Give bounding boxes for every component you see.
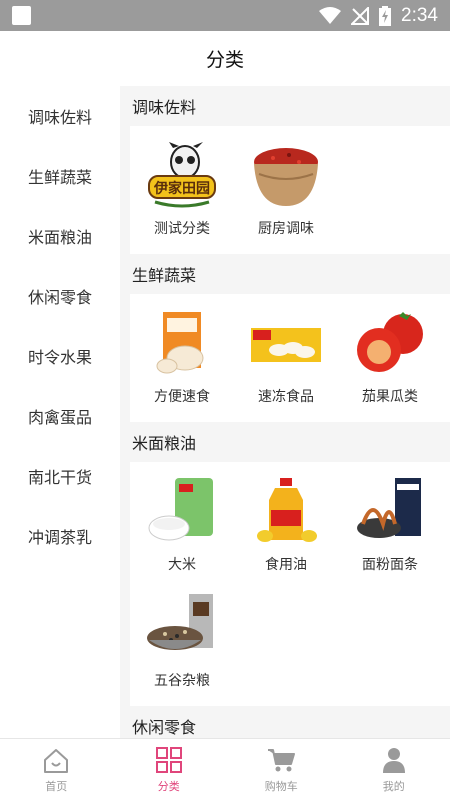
- subcategory-label: 速冻食品: [258, 386, 314, 406]
- page-header: 分类: [0, 31, 450, 86]
- subcategory-label: 面粉面条: [362, 554, 418, 574]
- cart-icon: [266, 746, 296, 774]
- subcategory-tile[interactable]: 厨房调味: [234, 132, 338, 248]
- subcategory-label: 测试分类: [154, 218, 210, 238]
- subcategory-label: 五谷杂粮: [154, 670, 210, 690]
- oil-bottle-image: [249, 476, 323, 546]
- section-title-seasoning: 调味佐料: [120, 86, 450, 126]
- rice-bag-image: [145, 476, 219, 546]
- subcategory-label: 茄果瓜类: [362, 386, 418, 406]
- wifi-icon: [319, 7, 341, 25]
- tab-label: 我的: [383, 778, 405, 794]
- tab-mine[interactable]: 我的: [338, 739, 450, 801]
- svg-text:伊家田园: 伊家田园: [153, 180, 210, 197]
- sidebar-item-snacks[interactable]: 休闲零食: [0, 266, 120, 326]
- no-signal-icon: [351, 7, 369, 25]
- subcategory-tile[interactable]: 五谷杂粮: [130, 584, 234, 700]
- subcategory-label: 大米: [168, 554, 196, 574]
- section-card-grain-oil: 大米 食用油 面粉面条: [130, 462, 450, 706]
- page-title: 分类: [206, 45, 244, 72]
- section-title-fresh-vegetables: 生鲜蔬菜: [120, 254, 450, 294]
- section-card-seasoning: 伊家田园 测试分类 厨房调味: [130, 126, 450, 254]
- sidebar-item-seasoning[interactable]: 调味佐料: [0, 86, 120, 146]
- section-title-grain-oil: 米面粮油: [120, 422, 450, 462]
- tab-label: 购物车: [265, 778, 298, 794]
- noodle-package-image: [353, 476, 427, 546]
- status-bar: 2:34: [0, 0, 450, 31]
- section-card-fresh-vegetables: 方便速食 速冻食品 茄果瓜类: [130, 294, 450, 422]
- subcategory-label: 食用油: [265, 554, 307, 574]
- tomato-image: [353, 308, 427, 378]
- user-icon: [379, 746, 409, 774]
- battery-charging-icon: [379, 6, 391, 26]
- subcategory-label: 厨房调味: [258, 218, 314, 238]
- subcategory-tile[interactable]: 大米: [130, 468, 234, 584]
- sidebar-item-meat-eggs[interactable]: 肉禽蛋品: [0, 386, 120, 446]
- subcategory-tile[interactable]: 食用油: [234, 468, 338, 584]
- brand-logo-image: 伊家田园: [145, 140, 219, 210]
- subcategory-label: 方便速食: [154, 386, 210, 406]
- sidebar-item-dry-goods[interactable]: 南北干货: [0, 446, 120, 506]
- tab-category[interactable]: 分类: [113, 739, 226, 801]
- subcategory-tile[interactable]: 面粉面条: [338, 468, 442, 584]
- spice-bowl-image: [249, 140, 323, 210]
- subcategory-tile[interactable]: 方便速食: [130, 300, 234, 416]
- sidebar-item-fresh-vegetables[interactable]: 生鲜蔬菜: [0, 146, 120, 206]
- sidebar-item-seasonal-fruit[interactable]: 时令水果: [0, 326, 120, 386]
- sidebar-item-grain-oil[interactable]: 米面粮油: [0, 206, 120, 266]
- tab-label: 分类: [158, 778, 180, 794]
- category-content: 调味佐料 伊家田园 测试分类 厨房调味 生鲜蔬菜: [120, 86, 450, 738]
- subcategory-tile[interactable]: 速冻食品: [234, 300, 338, 416]
- home-icon: [41, 746, 71, 774]
- section-title-snacks: 休闲零食: [120, 706, 450, 738]
- category-sidebar: 调味佐料 生鲜蔬菜 米面粮油 休闲零食 时令水果 肉禽蛋品 南北干货 冲调茶乳: [0, 86, 120, 738]
- subcategory-tile[interactable]: 茄果瓜类: [338, 300, 442, 416]
- bun-package-image: [145, 308, 219, 378]
- status-time: 2:34: [401, 5, 438, 27]
- notification-icon: [12, 6, 31, 25]
- subcategory-tile[interactable]: 伊家田园 测试分类: [130, 132, 234, 248]
- grain-bowl-image: [145, 592, 219, 662]
- bottom-tab-bar: 首页 分类 购物车 我的: [0, 738, 450, 801]
- dumpling-package-image: [249, 308, 323, 378]
- sidebar-item-drinks[interactable]: 冲调茶乳: [0, 506, 120, 566]
- tab-home[interactable]: 首页: [0, 739, 113, 801]
- tab-cart[interactable]: 购物车: [225, 739, 338, 801]
- tab-label: 首页: [45, 778, 67, 794]
- category-grid-icon: [154, 746, 184, 774]
